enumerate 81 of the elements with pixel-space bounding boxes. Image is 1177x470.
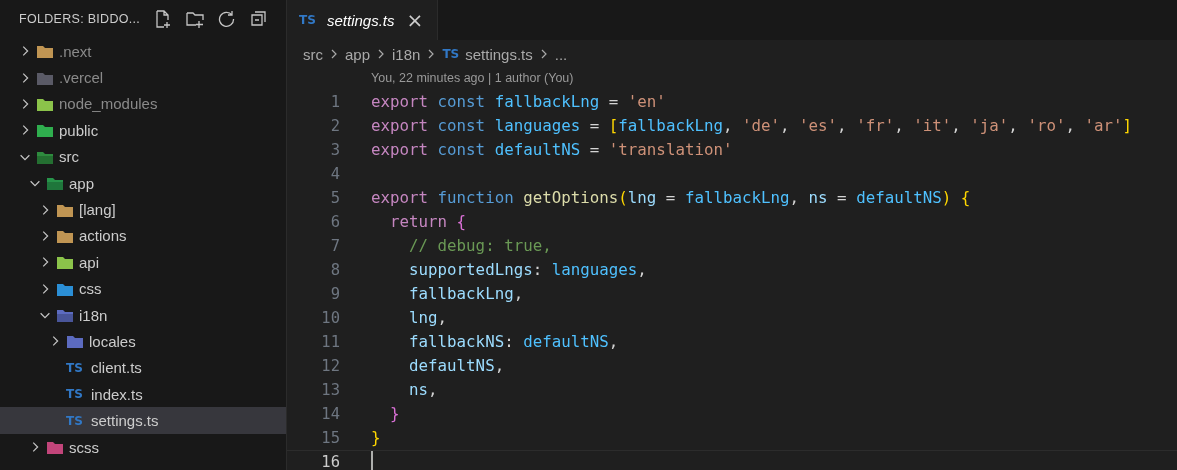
text-cursor bbox=[371, 451, 373, 470]
tree-label: api bbox=[79, 253, 100, 271]
line-number: 4 bbox=[329, 165, 340, 183]
code-line: } bbox=[371, 428, 381, 448]
tree-label: index.ts bbox=[91, 385, 143, 403]
explorer-title: FOLDERS: BIDDO... bbox=[19, 12, 141, 26]
line-number: 10 bbox=[320, 309, 340, 327]
code-line: export function getOptions(lng = fallbackLng, ns = defaultNS) { bbox=[371, 188, 971, 208]
close-button[interactable]: × bbox=[404, 8, 426, 32]
tab-title: settings.ts bbox=[327, 11, 395, 29]
typescript-file-icon: TS bbox=[66, 360, 84, 375]
tree-label: app bbox=[69, 174, 95, 192]
tree-item[interactable]: .vercel bbox=[0, 64, 286, 91]
tree-label: client.ts bbox=[91, 359, 142, 377]
line-number: 1 bbox=[329, 93, 340, 111]
editor-tab[interactable]: TS settings.ts × bbox=[287, 0, 439, 40]
code-line: export const defaultNS = 'translation' bbox=[371, 140, 733, 160]
breadcrumb-item[interactable]: TS settings.ts bbox=[442, 45, 533, 63]
line-number: 13 bbox=[320, 381, 340, 399]
tree-label: i18n bbox=[79, 306, 108, 324]
code-line: // debug: true, bbox=[408, 236, 552, 256]
breadcrumb-item[interactable]: i18n bbox=[392, 45, 421, 63]
typescript-file-icon: TS bbox=[66, 413, 84, 428]
code-line: export const languages = [fallbackLng, 'de', 'es', 'fr', 'it', 'ja', 'ro', 'ar'] bbox=[371, 116, 1132, 136]
line-number: 11 bbox=[320, 333, 340, 351]
line-number: 8 bbox=[329, 261, 340, 279]
breadcrumb-item[interactable]: app bbox=[345, 45, 371, 63]
breadcrumb-item[interactable]: src bbox=[303, 45, 323, 63]
tree-label: [lang] bbox=[79, 201, 116, 219]
typescript-file-icon: TS bbox=[66, 387, 84, 402]
tree-item[interactable]: src bbox=[0, 143, 286, 170]
code-line: } bbox=[389, 404, 400, 424]
new-file-icon[interactable] bbox=[154, 10, 173, 28]
line-number: 14 bbox=[320, 405, 340, 423]
line-number: 15 bbox=[320, 429, 340, 447]
code-line: fallbackNS: defaultNS, bbox=[408, 332, 619, 352]
code-line: fallbackLng, bbox=[408, 284, 524, 304]
tree-item[interactable]: TS client.ts bbox=[0, 354, 286, 382]
code-line: export const fallbackLng = 'en' bbox=[371, 92, 666, 112]
tree-label: settings.ts bbox=[91, 412, 159, 430]
tree-item[interactable]: TS settings.ts bbox=[0, 407, 286, 434]
tree-label: node_modules bbox=[59, 95, 158, 113]
code-line: ns, bbox=[408, 380, 438, 400]
tree-label: src bbox=[59, 148, 79, 166]
line-number: 16 bbox=[320, 453, 340, 470]
code-line: lng, bbox=[408, 308, 448, 328]
tree-label: scss bbox=[69, 438, 99, 456]
line-number: 2 bbox=[329, 117, 340, 135]
tree-item[interactable]: css bbox=[0, 275, 286, 302]
tree-item[interactable]: public bbox=[0, 117, 286, 144]
tree-label: actions bbox=[79, 227, 127, 245]
code-line: supportedLngs: languages, bbox=[408, 260, 647, 280]
tree-item[interactable]: i18n bbox=[0, 301, 286, 329]
line-number: 6 bbox=[329, 213, 340, 231]
line-number: 9 bbox=[329, 285, 340, 303]
tree-label: css bbox=[79, 280, 102, 298]
tree-item[interactable]: app bbox=[0, 169, 286, 197]
tree-label: .vercel bbox=[59, 69, 104, 87]
tree-item[interactable]: [lang] bbox=[0, 196, 286, 223]
refresh-icon[interactable] bbox=[218, 10, 237, 28]
tree-item[interactable]: scss bbox=[0, 433, 286, 461]
new-folder-icon[interactable] bbox=[186, 10, 205, 28]
tree-item[interactable]: actions bbox=[0, 222, 286, 250]
codelens-annotation[interactable]: You, 22 minutes ago | 1 author (You) bbox=[287, 68, 1177, 90]
tree-item[interactable]: locales bbox=[0, 328, 286, 355]
typescript-file-icon: TS bbox=[299, 13, 317, 27]
tree-label: public bbox=[59, 121, 99, 139]
code-line: defaultNS, bbox=[408, 356, 505, 376]
code-line: return { bbox=[389, 212, 467, 232]
line-number: 12 bbox=[320, 357, 340, 375]
tree-item[interactable]: api bbox=[0, 249, 286, 276]
line-number: 3 bbox=[329, 141, 340, 159]
tree-item[interactable]: .next bbox=[0, 38, 286, 65]
tree-label: locales bbox=[89, 333, 136, 350]
breadcrumb-item[interactable]: ... bbox=[554, 45, 568, 63]
tree-label: .next bbox=[59, 42, 92, 60]
line-number: 5 bbox=[329, 189, 340, 207]
collapse-all-icon[interactable] bbox=[250, 10, 269, 28]
tree-item[interactable]: node_modules bbox=[0, 90, 286, 118]
line-number: 7 bbox=[329, 237, 340, 255]
tree-item[interactable]: TS index.ts bbox=[0, 381, 286, 408]
